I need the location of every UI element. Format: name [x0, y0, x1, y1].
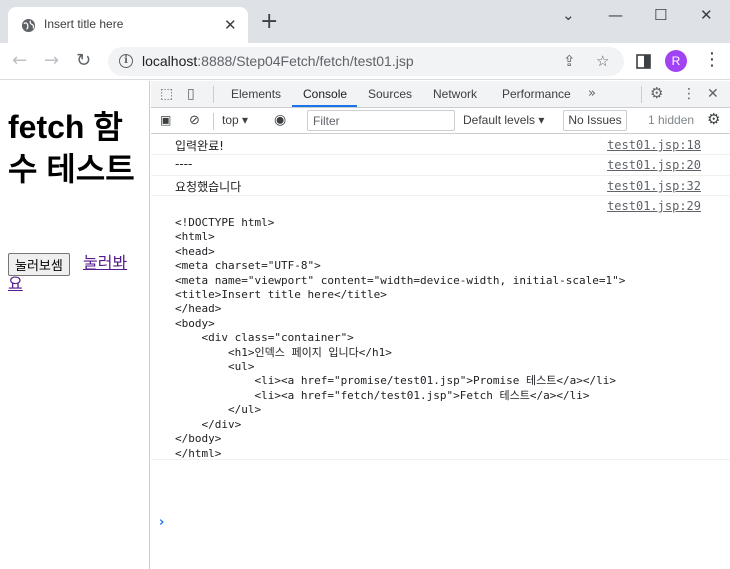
bookmark-star-icon[interactable]: ☆ [596, 52, 609, 70]
log-entry: 요청했습니다 test01.jsp:32 [151, 176, 730, 196]
browser-toolbar: ← → ↻ i localhost:8888/Step04Fetch/fetch… [0, 43, 730, 80]
filter-input[interactable]: Filter [307, 110, 455, 131]
tab-performance[interactable]: Performance [502, 87, 571, 101]
console-settings-icon[interactable]: ⚙ [707, 110, 720, 128]
url-text[interactable]: localhost:8888/Step04Fetch/fetch/test01.… [142, 53, 414, 69]
active-tab-indicator [292, 105, 357, 107]
log-entry: ---- test01.jsp:20 [151, 155, 730, 176]
hidden-count: 1 hidden [648, 113, 695, 127]
clear-console-icon[interactable]: ⊘ [189, 112, 200, 128]
site-info-icon[interactable]: i [119, 54, 133, 68]
eye-icon[interactable]: ◉ [274, 111, 286, 128]
log-source-link[interactable]: test01.jsp:29 [607, 199, 701, 213]
tab-sources[interactable]: Sources [368, 87, 412, 101]
tab-strip: Insert title here ✕ + ⌄ — ☐ ✕ [0, 0, 730, 43]
sidebar-toggle-icon[interactable]: ▣ [160, 113, 171, 127]
forward-icon[interactable]: → [44, 50, 59, 71]
browser-menu-icon[interactable]: ⋮ [703, 49, 721, 70]
log-source-link[interactable]: test01.jsp:32 [607, 179, 701, 193]
page-heading: fetch 함수 테스트 [8, 109, 135, 187]
console-filter-bar: ▣ ⊘ top ▾ ◉ Filter Default levels ▾ No I… [151, 108, 730, 134]
page-viewport: fetch 함수 테스트 눌러봐요 눌러보셈 [0, 81, 150, 569]
tab-network[interactable]: Network [433, 87, 477, 101]
log-entry: 입력완료! test01.jsp:18 [151, 135, 730, 155]
console-output: 입력완료! test01.jsp:18 ---- test01.jsp:20 요… [151, 135, 730, 569]
inspect-element-icon[interactable]: ⬚ [160, 86, 173, 102]
log-levels-dropdown[interactable]: Default levels ▾ [463, 113, 544, 127]
new-tab-icon[interactable]: + [260, 11, 278, 33]
context-selector[interactable]: top ▾ [222, 113, 248, 127]
globe-icon [21, 18, 36, 33]
close-devtools-icon[interactable]: ✕ [707, 86, 719, 102]
close-tab-icon[interactable]: ✕ [224, 16, 237, 34]
console-prompt-icon[interactable]: › [159, 515, 164, 530]
log-source-link[interactable]: test01.jsp:20 [607, 158, 701, 172]
address-bar[interactable]: i localhost:8888/Step04Fetch/fetch/test0… [108, 47, 624, 76]
log-entry: test01.jsp:29 <!DOCTYPE html> <html> <he… [151, 196, 730, 460]
maximize-icon[interactable]: ☐ [654, 6, 667, 24]
minimize-icon[interactable]: — [608, 6, 623, 24]
device-toolbar-icon[interactable]: ▯ [187, 86, 195, 102]
devtools-menu-icon[interactable]: ⋮ [682, 86, 696, 102]
more-tabs-icon[interactable]: » [588, 86, 596, 101]
share-icon[interactable]: ⇪ [563, 52, 576, 70]
html-response-text: <!DOCTYPE html> <html> <head> <meta char… [175, 216, 626, 460]
side-panel-icon[interactable] [636, 54, 651, 69]
devtools-tab-bar: ⬚ ▯ Elements Console Sources Network Per… [151, 81, 730, 108]
profile-avatar[interactable]: R [665, 50, 687, 72]
devtools-panel: ⬚ ▯ Elements Console Sources Network Per… [151, 81, 730, 569]
click-button[interactable]: 눌러보셈 [8, 253, 70, 276]
issues-button[interactable]: No Issues [563, 110, 627, 131]
reload-icon[interactable]: ↻ [76, 50, 91, 71]
tab-title: Insert title here [44, 17, 124, 31]
close-window-icon[interactable]: ✕ [700, 6, 713, 24]
tab-elements[interactable]: Elements [231, 87, 281, 101]
settings-gear-icon[interactable]: ⚙ [650, 84, 663, 102]
back-icon[interactable]: ← [12, 50, 27, 71]
tab-search-icon[interactable]: ⌄ [562, 6, 575, 24]
tab-console[interactable]: Console [303, 87, 347, 101]
browser-tab[interactable]: Insert title here ✕ [8, 7, 248, 43]
log-source-link[interactable]: test01.jsp:18 [607, 138, 701, 152]
